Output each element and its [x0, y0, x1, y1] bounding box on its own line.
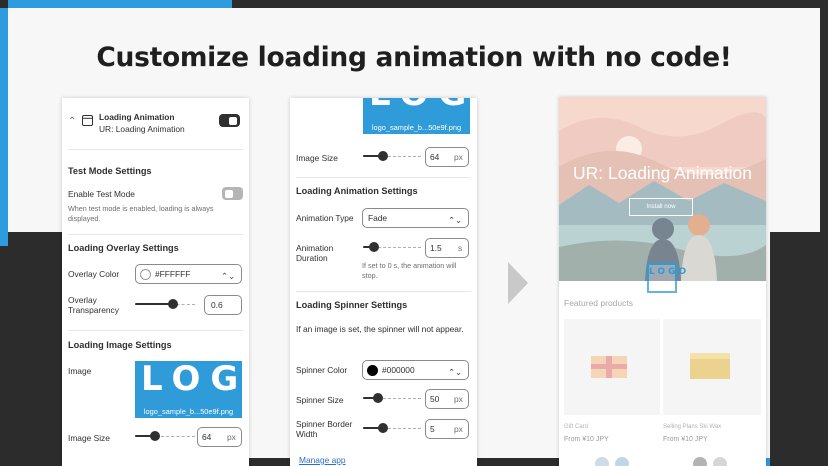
storefront-preview: UR: Loading Animation Install now LOGO F…: [559, 97, 766, 466]
image-size-unit: px: [454, 152, 463, 162]
spinner-heading: Loading Spinner Settings: [296, 300, 408, 310]
app-enabled-toggle[interactable]: [219, 114, 240, 127]
image-size-input[interactable]: 64 px: [425, 147, 469, 167]
select-chevron-icon: ⌃⌄: [220, 271, 235, 281]
overlay-color-label: Overlay Color: [68, 269, 120, 279]
image-size-input[interactable]: 64 px: [197, 427, 242, 447]
image-size-value: 64: [202, 432, 212, 442]
animation-duration-label: Animation Duration: [296, 243, 334, 263]
animation-duration-help: If set to 0 s, the animation will stop.: [362, 261, 457, 280]
spinner-color-swatch: [367, 364, 378, 376]
image-label: Image: [68, 366, 92, 376]
overlay-color-select[interactable]: #FFFFFF ⌃⌄: [135, 264, 242, 284]
divider: [296, 177, 471, 178]
spinner-note: If an image is set, the spinner will not…: [296, 324, 464, 334]
app-subtitle: UR: Loading Animation: [99, 124, 185, 134]
spinner-border-value: 5: [430, 424, 435, 434]
frame-band-right: [770, 232, 828, 466]
image-size-label: Image Size: [68, 433, 110, 443]
slider-thumb[interactable]: [378, 423, 388, 433]
animation-duration-value: 1.5: [430, 243, 442, 253]
animation-duration-input[interactable]: 1.5 s: [425, 238, 469, 258]
animation-duration-unit: s: [458, 243, 463, 253]
slider-thumb[interactable]: [150, 431, 160, 441]
spinner-size-input[interactable]: 50 px: [425, 389, 469, 409]
spinner-border-label: Spinner Border Width: [296, 419, 353, 439]
settings-panel-middle: LOGO logo_sample_b...50e9f.png Image Siz…: [290, 98, 477, 466]
image-size-value: 64: [430, 152, 440, 162]
frame-band-left: [0, 232, 62, 466]
image-size-slider[interactable]: [135, 430, 195, 444]
spinner-color-value: #000000: [382, 365, 415, 375]
settings-panel-left: ⌃ Loading Animation UR: Loading Animatio…: [62, 98, 249, 466]
overlay-transparency-label: Overlay Transparency: [68, 295, 119, 315]
enable-test-mode-label: Enable Test Mode: [68, 189, 135, 199]
loading-image-preview[interactable]: LOGO logo_sample_b...50e9f.png: [135, 361, 242, 418]
manage-app-link[interactable]: Manage app: [299, 455, 346, 465]
app-title: Loading Animation: [99, 112, 175, 122]
animation-type-label: Animation Type: [296, 213, 354, 223]
image-size-slider[interactable]: [363, 150, 421, 164]
image-size-unit: px: [227, 432, 236, 442]
animation-type-select[interactable]: Fade ⌃⌄: [362, 208, 469, 228]
animation-heading: Loading Animation Settings: [296, 186, 418, 196]
overlay-heading: Loading Overlay Settings: [68, 243, 179, 253]
hero-illustration: [559, 97, 766, 281]
spinner-size-label: Spinner Size: [296, 395, 344, 405]
image-filename: logo_sample_b...50e9f.png: [143, 407, 234, 416]
animation-type-value: Fade: [368, 213, 388, 223]
spinner-border-input[interactable]: 5 px: [425, 419, 469, 439]
divider: [68, 234, 243, 235]
spinner-size-slider[interactable]: [363, 392, 421, 406]
install-now-button[interactable]: Install now: [629, 198, 693, 216]
slider-thumb[interactable]: [378, 151, 388, 161]
overlay-color-swatch: [140, 268, 151, 280]
select-chevron-icon: ⌃⌄: [447, 215, 462, 225]
arrow-right-icon: [508, 262, 528, 304]
slider-thumb[interactable]: [168, 299, 178, 309]
animation-duration-slider[interactable]: [363, 241, 421, 255]
overlay-transparency-input[interactable]: 0.6: [204, 295, 242, 315]
test-mode-help: When test mode is enabled, loading is al…: [68, 204, 214, 223]
logo-letters: LOGO: [141, 361, 242, 399]
image-size-label: Image Size: [296, 153, 338, 163]
slider-thumb[interactable]: [369, 242, 379, 252]
spinner-color-label: Spinner Color: [296, 365, 348, 375]
spinner-border-slider[interactable]: [363, 422, 421, 436]
divider: [296, 291, 471, 292]
loading-image-preview[interactable]: LOGO logo_sample_b...50e9f.png: [363, 98, 470, 134]
spinner-size-value: 50: [430, 394, 440, 404]
hero-title: UR: Loading Animation: [573, 163, 752, 183]
image-heading: Loading Image Settings: [68, 340, 172, 350]
slider-thumb[interactable]: [373, 393, 383, 403]
image-filename: logo_sample_b...50e9f.png: [371, 123, 462, 132]
spinner-color-select[interactable]: #000000 ⌃⌄: [362, 360, 469, 380]
divider: [68, 149, 243, 150]
frame-top-left-accent: [0, 0, 232, 8]
select-chevron-icon: ⌃⌄: [447, 367, 462, 377]
test-mode-toggle[interactable]: [222, 187, 243, 200]
overlay-color-value: #FFFFFF: [155, 269, 191, 279]
divider: [68, 330, 243, 331]
collapse-chevron-icon[interactable]: ⌃: [68, 116, 76, 127]
spinner-border-unit: px: [454, 424, 463, 434]
test-mode-heading: Test Mode Settings: [68, 166, 152, 176]
spinner-size-unit: px: [454, 394, 463, 404]
frame-band-left-accent: [0, 232, 8, 246]
logo-letters: LOGO: [369, 98, 470, 114]
headline: Customize loading animation with no code…: [96, 42, 732, 73]
app-window-icon: [82, 115, 93, 126]
loading-overlay: [559, 281, 766, 466]
overlay-transparency-value: 0.6: [211, 300, 223, 310]
overlay-transparency-slider[interactable]: [135, 298, 195, 312]
